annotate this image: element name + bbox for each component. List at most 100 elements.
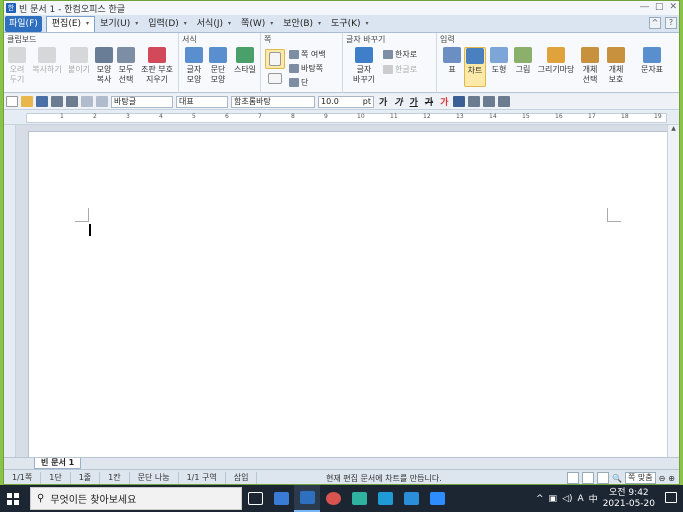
zoom-in-icon[interactable]: ⊕ (668, 474, 675, 483)
redo-icon[interactable] (96, 96, 108, 107)
align-center-icon[interactable] (483, 96, 496, 107)
to-hangul-label: 한글로 (395, 65, 418, 74)
align-right-icon[interactable] (498, 96, 511, 107)
task-view-icon (247, 492, 263, 505)
align-justify-icon[interactable] (453, 96, 466, 107)
clipart-button[interactable]: 그리기마당 (536, 47, 576, 75)
paste-button[interactable]: 붙이기 (66, 47, 92, 75)
view-page-button[interactable] (582, 472, 594, 484)
chart-button[interactable]: 차트 (464, 47, 486, 87)
bold-button[interactable]: 가 (377, 95, 389, 108)
shape-button[interactable]: 도형 (488, 47, 510, 75)
undo-icon[interactable] (81, 96, 93, 107)
menu-file[interactable]: 파일(F) (5, 15, 42, 32)
font-size-combo[interactable]: 10.0 pt (318, 95, 374, 108)
hwp-app-icon (299, 491, 315, 504)
document-page[interactable] (28, 131, 668, 461)
column-button[interactable]: 단 (289, 77, 308, 88)
menu-security[interactable]: 보안(B) ▾ (278, 16, 326, 32)
status-page[interactable]: 1/1쪽 (4, 472, 42, 484)
taskbar-search[interactable]: ⚲ 무엇이든 찾아보세요 (30, 487, 242, 510)
minimize-button[interactable]: ― (640, 2, 649, 12)
margin-button[interactable]: 쪽 여백 (289, 49, 326, 60)
style-button[interactable]: 스타일 (231, 47, 259, 75)
background-page-button[interactable]: 바탕쪽 (289, 63, 323, 74)
menu-tools[interactable]: 도구(K) ▾ (326, 16, 374, 32)
style-combo[interactable]: 바탕글 (111, 95, 173, 108)
taskbar-app[interactable] (268, 485, 294, 512)
page-setup-button[interactable] (265, 49, 285, 69)
shape-icon (490, 47, 508, 63)
picture-button[interactable]: 그림 (512, 47, 534, 75)
volume-icon[interactable]: ◁) (562, 494, 572, 504)
zoom-out-icon[interactable]: ⊖ (659, 474, 666, 483)
strikethrough-button[interactable]: 가 (423, 95, 435, 108)
maximize-button[interactable]: □ (655, 2, 664, 12)
view-normal-button[interactable] (567, 472, 579, 484)
clear-marks-button[interactable]: 조판 부호 지우기 (138, 47, 176, 85)
column-label: 단 (301, 78, 309, 87)
cut-button[interactable]: 오려 두기 (6, 47, 28, 85)
taskbar-app[interactable] (372, 485, 398, 512)
taskbar-hwp-app[interactable] (294, 485, 320, 512)
ime-mode-indicator[interactable]: 中 (589, 492, 598, 505)
char-change-button[interactable]: 글자 바꾸기 (349, 47, 379, 85)
close-button[interactable]: ✕ (669, 2, 677, 12)
page-orientation-button[interactable] (265, 73, 285, 86)
new-doc-icon[interactable] (6, 96, 18, 107)
copy-button[interactable]: 복사하기 (30, 47, 64, 75)
vertical-ruler[interactable] (4, 125, 16, 457)
help-button[interactable]: ? (665, 17, 677, 29)
chevron-up-icon[interactable]: ^ (536, 494, 544, 504)
menu-insert[interactable]: 입력(D) ▾ (143, 16, 192, 32)
object-protect-button[interactable]: 개체 보호 (604, 47, 628, 85)
taskbar-app[interactable] (398, 485, 424, 512)
lang-combo[interactable]: 대표 (176, 95, 228, 108)
shape-copy-button[interactable]: 모양 복사 (94, 47, 114, 85)
clear-marks-label-2: 지우기 (145, 75, 169, 84)
symbol-button[interactable]: 문자표 (637, 47, 667, 75)
menu-insert-label: 입력(D) (148, 18, 179, 29)
to-hangul-button[interactable]: 한글로 (383, 64, 417, 75)
network-icon[interactable]: ▣ (549, 494, 558, 504)
start-button[interactable] (0, 485, 26, 512)
notification-icon[interactable] (665, 492, 677, 503)
ruler-mark: 19 (654, 113, 662, 120)
doc-tab[interactable]: 빈 문서 1 (34, 458, 82, 469)
taskbar-app[interactable] (346, 485, 372, 512)
table-button[interactable]: 표 (441, 47, 463, 75)
preview-icon[interactable] (66, 96, 78, 107)
underline-button[interactable]: 가 (408, 95, 420, 108)
taskbar-app[interactable] (320, 485, 346, 512)
view-web-button[interactable] (597, 472, 609, 484)
menu-format[interactable]: 서식(J) ▾ (192, 16, 236, 32)
clock[interactable]: 오전 9:42 2021-05-20 (603, 488, 655, 510)
para-shape-button[interactable]: 문단 모양 (207, 47, 229, 85)
vertical-scrollbar[interactable]: ▲ (667, 125, 679, 457)
menu-page[interactable]: 쪽(W) ▾ (236, 16, 278, 32)
print-icon[interactable] (51, 96, 63, 107)
menu-edit[interactable]: 편집(E) ▾ (45, 15, 96, 32)
char-shape-button[interactable]: 글자 모양 (183, 47, 205, 85)
chevron-down-icon: ▾ (183, 19, 187, 27)
font-combo[interactable]: 함초롬바탕 (231, 95, 315, 108)
menu-view[interactable]: 보기(U) ▾ (95, 16, 143, 32)
task-view-button[interactable] (242, 485, 268, 512)
status-insert[interactable]: 삽입 (226, 472, 258, 484)
style-icon (236, 47, 254, 63)
horizontal-ruler[interactable]: 1 2 3 4 5 6 7 8 9 10 11 12 13 14 15 16 1… (4, 111, 679, 125)
select-all-button[interactable]: 모두 선택 (116, 47, 136, 85)
ribbon-collapse-button[interactable]: ^ (649, 17, 661, 29)
align-left-icon[interactable] (468, 96, 481, 107)
save-icon[interactable] (36, 96, 48, 107)
scroll-up-icon[interactable]: ▲ (668, 125, 679, 135)
taskbar-app[interactable] (424, 485, 450, 512)
italic-button[interactable]: 가 (392, 95, 404, 108)
open-folder-icon[interactable] (21, 96, 33, 107)
ime-indicator[interactable]: A (578, 494, 584, 504)
charchange-group-label: 글자 바꾸기 (346, 35, 386, 44)
to-hanja-button[interactable]: 한자로 (383, 49, 417, 60)
font-color-button[interactable]: 가 (438, 95, 450, 108)
object-select-button[interactable]: 개체 선택 (578, 47, 602, 85)
zoom-select[interactable]: 쪽 맞춤 (624, 472, 656, 484)
